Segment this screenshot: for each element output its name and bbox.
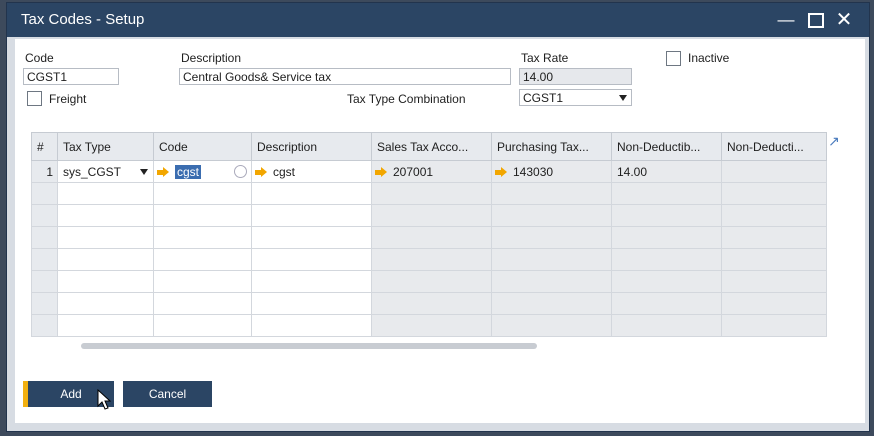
code-cell[interactable]: cgst: [153, 160, 252, 183]
tax-type-combination-select[interactable]: CGST1: [519, 89, 632, 106]
col-header-purchasing-tax-account[interactable]: Purchasing Tax...: [491, 132, 612, 161]
code-field[interactable]: CGST1: [23, 68, 119, 85]
tax-codes-grid: # Tax Type Code Description Sales Tax Ac…: [31, 132, 827, 337]
tax-type-value: sys_CGST: [63, 164, 122, 179]
col-header-code[interactable]: Code: [153, 132, 252, 161]
table-row: [31, 226, 827, 249]
col-header-non-deductible-2[interactable]: Non-Deducti...: [721, 132, 827, 161]
col-header-num: #: [31, 132, 58, 161]
sales-tax-account-value: 207001: [393, 164, 434, 179]
tax-rate-field[interactable]: 14.00: [519, 68, 632, 85]
link-arrow-icon[interactable]: [157, 166, 169, 177]
purchasing-tax-account-value: 143030: [513, 164, 554, 179]
close-icon[interactable]: ✕: [831, 7, 857, 33]
title-bar[interactable]: Tax Codes - Setup — ✕: [7, 3, 869, 37]
description-cell-value: cgst: [273, 164, 296, 179]
cancel-button[interactable]: Cancel: [123, 381, 212, 407]
mouse-cursor-icon: [97, 389, 111, 410]
table-row: [31, 204, 827, 227]
inactive-label: Inactive: [688, 51, 730, 65]
description-field[interactable]: Central Goods& Service tax: [179, 68, 511, 85]
link-arrow-icon[interactable]: [495, 166, 507, 177]
non-deductible-2-cell[interactable]: [721, 160, 827, 183]
maximize-icon[interactable]: [802, 7, 828, 33]
table-row: [31, 248, 827, 271]
freight-checkbox[interactable]: [27, 91, 42, 106]
table-row: [31, 270, 827, 293]
col-header-sales-tax-account[interactable]: Sales Tax Acco...: [371, 132, 492, 161]
purchasing-tax-account-cell[interactable]: 143030: [491, 160, 612, 183]
window-title: Tax Codes - Setup: [21, 11, 145, 28]
table-row: [31, 292, 827, 315]
tax-type-cell[interactable]: sys_CGST: [57, 160, 154, 183]
link-arrow-icon[interactable]: [255, 166, 267, 177]
table-row: [31, 314, 827, 337]
maximize-square: [808, 13, 824, 28]
expand-icon[interactable]: ↗: [826, 133, 842, 149]
form-client-area: Code CGST1 Description Central Goods& Se…: [15, 39, 865, 423]
col-header-tax-type[interactable]: Tax Type: [57, 132, 154, 161]
horizontal-scrollbar[interactable]: [81, 343, 537, 349]
grid-header-row: # Tax Type Code Description Sales Tax Ac…: [31, 132, 827, 161]
dropdown-arrow-icon[interactable]: [140, 169, 148, 175]
tax-type-combination-label: Tax Type Combination: [347, 92, 466, 106]
minimize-icon[interactable]: —: [773, 7, 799, 33]
chevron-down-icon: [619, 95, 627, 101]
code-label: Code: [25, 51, 54, 65]
description-label: Description: [181, 51, 242, 65]
inactive-checkbox[interactable]: [666, 51, 681, 66]
description-cell[interactable]: cgst: [251, 160, 372, 183]
sales-tax-account-cell[interactable]: 207001: [371, 160, 492, 183]
col-header-description[interactable]: Description: [251, 132, 372, 161]
tax-codes-setup-window: Tax Codes - Setup — ✕ Code CGST1 Descrip…: [6, 2, 870, 432]
table-row: 1 sys_CGST cgst cgst 207001 143030 14.00: [31, 160, 827, 183]
row-number: 1: [31, 160, 58, 183]
table-row: [31, 182, 827, 205]
col-header-non-deductible[interactable]: Non-Deductib...: [611, 132, 722, 161]
link-arrow-icon[interactable]: [375, 166, 387, 177]
tax-type-combination-value: CGST1: [523, 91, 564, 105]
code-cell-value[interactable]: cgst: [175, 164, 202, 179]
choose-from-list-icon[interactable]: [234, 165, 247, 178]
tax-rate-label: Tax Rate: [521, 51, 569, 65]
freight-label: Freight: [49, 92, 87, 106]
non-deductible-cell[interactable]: 14.00: [611, 160, 722, 183]
